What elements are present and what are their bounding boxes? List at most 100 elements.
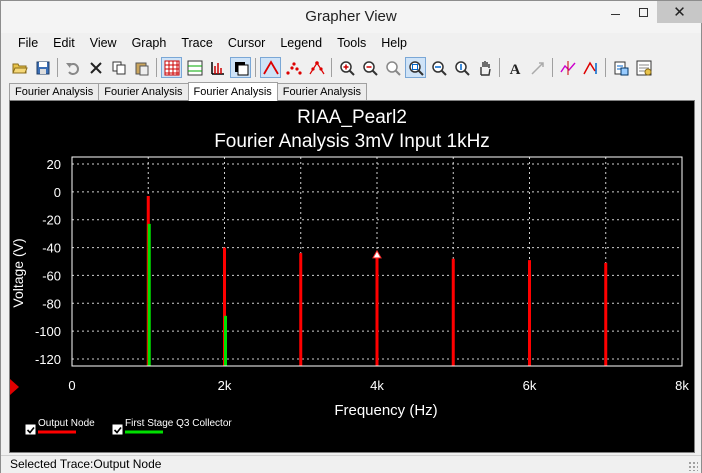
x-tick-label: 0	[68, 378, 75, 393]
copy-button[interactable]	[108, 57, 129, 78]
arrow-annotation-icon	[530, 61, 544, 75]
status-bar: Selected Trace:Output Node	[1, 455, 701, 473]
graph-panel[interactable]: 20 0 -20 -40 -60 -80 -100 -120 0 2k 4k 6k 8k RIAA_Pe…	[9, 100, 695, 453]
pan-hand-button[interactable]	[474, 57, 495, 78]
y-tick-label: -60	[42, 268, 61, 283]
line-plot-button[interactable]	[260, 57, 281, 78]
close-button[interactable]: ✕	[657, 1, 702, 23]
zoom-x-button[interactable]	[428, 57, 449, 78]
ruler-button[interactable]	[207, 57, 228, 78]
major-grid-button[interactable]	[161, 57, 182, 78]
ruler-icon	[210, 61, 224, 75]
minimize-button[interactable]	[601, 1, 629, 23]
export-button[interactable]	[610, 57, 631, 78]
open-folder-icon	[11, 63, 28, 73]
properties-button[interactable]	[633, 57, 654, 78]
legend-label: Output Node	[38, 418, 95, 429]
tab-fourier-analysis-4[interactable]: Fourier Analysis	[276, 83, 368, 100]
toggle-color-icon	[234, 61, 248, 75]
menu-legend[interactable]: Legend	[272, 33, 329, 53]
title-bar: Grapher View ✕	[1, 1, 702, 33]
legend: Output Node First Stage Q3 Collector	[25, 418, 232, 435]
zoom-out-icon	[362, 60, 378, 76]
text-annotation-icon: A	[509, 62, 520, 77]
line-scatter-button[interactable]	[306, 57, 327, 78]
menu-help[interactable]: Help	[373, 33, 414, 53]
x-tick-label: 2k	[218, 378, 232, 393]
tab-strip: Fourier Analysis Fourier Analysis Fourie…	[9, 82, 368, 101]
chart-subtitle: Fourier Analysis 3mV Input 1kHz	[214, 131, 490, 152]
save-button[interactable]	[32, 57, 53, 78]
maximize-icon	[638, 7, 648, 17]
legend-label: First Stage Q3 Collector	[125, 418, 232, 429]
undo-icon	[65, 62, 79, 75]
line-scatter-icon	[308, 60, 325, 74]
y-tick-label: 0	[54, 185, 61, 200]
toolbar-separator	[255, 58, 256, 77]
properties-icon	[636, 60, 651, 75]
zoom-out-button[interactable]	[359, 57, 380, 78]
y-tick-label: -100	[35, 324, 61, 339]
resize-grip-icon[interactable]	[688, 461, 698, 471]
arrow-annotation-button[interactable]	[527, 57, 548, 78]
toggle-color-button[interactable]	[230, 57, 251, 78]
menu-file[interactable]: File	[10, 33, 45, 53]
status-text: Selected Trace:Output Node	[10, 457, 162, 471]
delete-button[interactable]	[85, 57, 106, 78]
x-tick-label: 8k	[675, 378, 689, 393]
svg-text:A: A	[509, 62, 520, 77]
toolbar-separator	[156, 58, 157, 77]
y-tick-label: -120	[35, 352, 61, 367]
open-folder-button[interactable]	[9, 57, 30, 78]
fourier-chart[interactable]: 20 0 -20 -40 -60 -80 -100 -120 0 2k 4k 6k 8k RIAA_Pe…	[10, 101, 694, 452]
toolbar: A	[1, 55, 701, 80]
spectral-lines	[146, 196, 608, 366]
maximize-button[interactable]	[629, 1, 657, 23]
pan-hand-icon	[479, 60, 491, 76]
undo-button[interactable]	[62, 57, 83, 78]
y-tick-label: -40	[42, 241, 61, 256]
menu-edit[interactable]: Edit	[45, 33, 82, 53]
cursor-button[interactable]	[557, 57, 578, 78]
tab-fourier-analysis-1[interactable]: Fourier Analysis	[9, 83, 100, 100]
x-tick-label: 4k	[370, 378, 384, 393]
menu-view[interactable]: View	[82, 33, 124, 53]
zoom-y-button[interactable]	[451, 57, 472, 78]
window-title: Grapher View	[305, 8, 397, 25]
menu-cursor[interactable]: Cursor	[220, 33, 273, 53]
save-icon	[36, 61, 49, 74]
toolbar-separator	[499, 58, 500, 77]
tab-fourier-analysis-2[interactable]: Fourier Analysis	[98, 83, 189, 100]
zoom-area-icon	[408, 60, 424, 76]
tab-fourier-analysis-3[interactable]: Fourier Analysis	[187, 82, 278, 101]
zoom-previous-icon	[385, 60, 401, 76]
menu-trace[interactable]: Trace	[173, 33, 220, 53]
zoom-x-icon	[431, 60, 447, 76]
zoom-previous-button[interactable]	[382, 57, 403, 78]
scatter-plot-button[interactable]	[283, 57, 304, 78]
minor-grid-icon	[187, 60, 202, 75]
y-tick-label: -80	[42, 296, 61, 311]
zoom-area-button[interactable]	[405, 57, 426, 78]
next-peak-icon	[582, 61, 597, 74]
toolbar-separator	[552, 58, 553, 77]
x-tick-label: 6k	[523, 378, 537, 393]
menu-tools[interactable]: Tools	[329, 33, 373, 53]
copy-icon	[112, 61, 125, 74]
y-axis-label: Voltage (V)	[10, 238, 26, 307]
export-icon	[614, 61, 628, 75]
y-tick-label: -20	[42, 213, 61, 228]
minor-grid-button[interactable]	[184, 57, 205, 78]
line-plot-icon	[262, 59, 279, 74]
zoom-in-button[interactable]	[336, 57, 357, 78]
zoom-y-icon	[454, 60, 470, 76]
toolbar-separator	[605, 58, 606, 77]
paste-button[interactable]	[131, 57, 152, 78]
toolbar-separator	[57, 58, 58, 77]
cursor-icon	[559, 60, 576, 75]
text-annotation-button[interactable]: A	[504, 57, 525, 78]
next-peak-button[interactable]	[580, 57, 601, 78]
zoom-in-icon	[339, 60, 355, 76]
menu-graph[interactable]: Graph	[124, 33, 174, 53]
paste-icon	[135, 62, 148, 75]
